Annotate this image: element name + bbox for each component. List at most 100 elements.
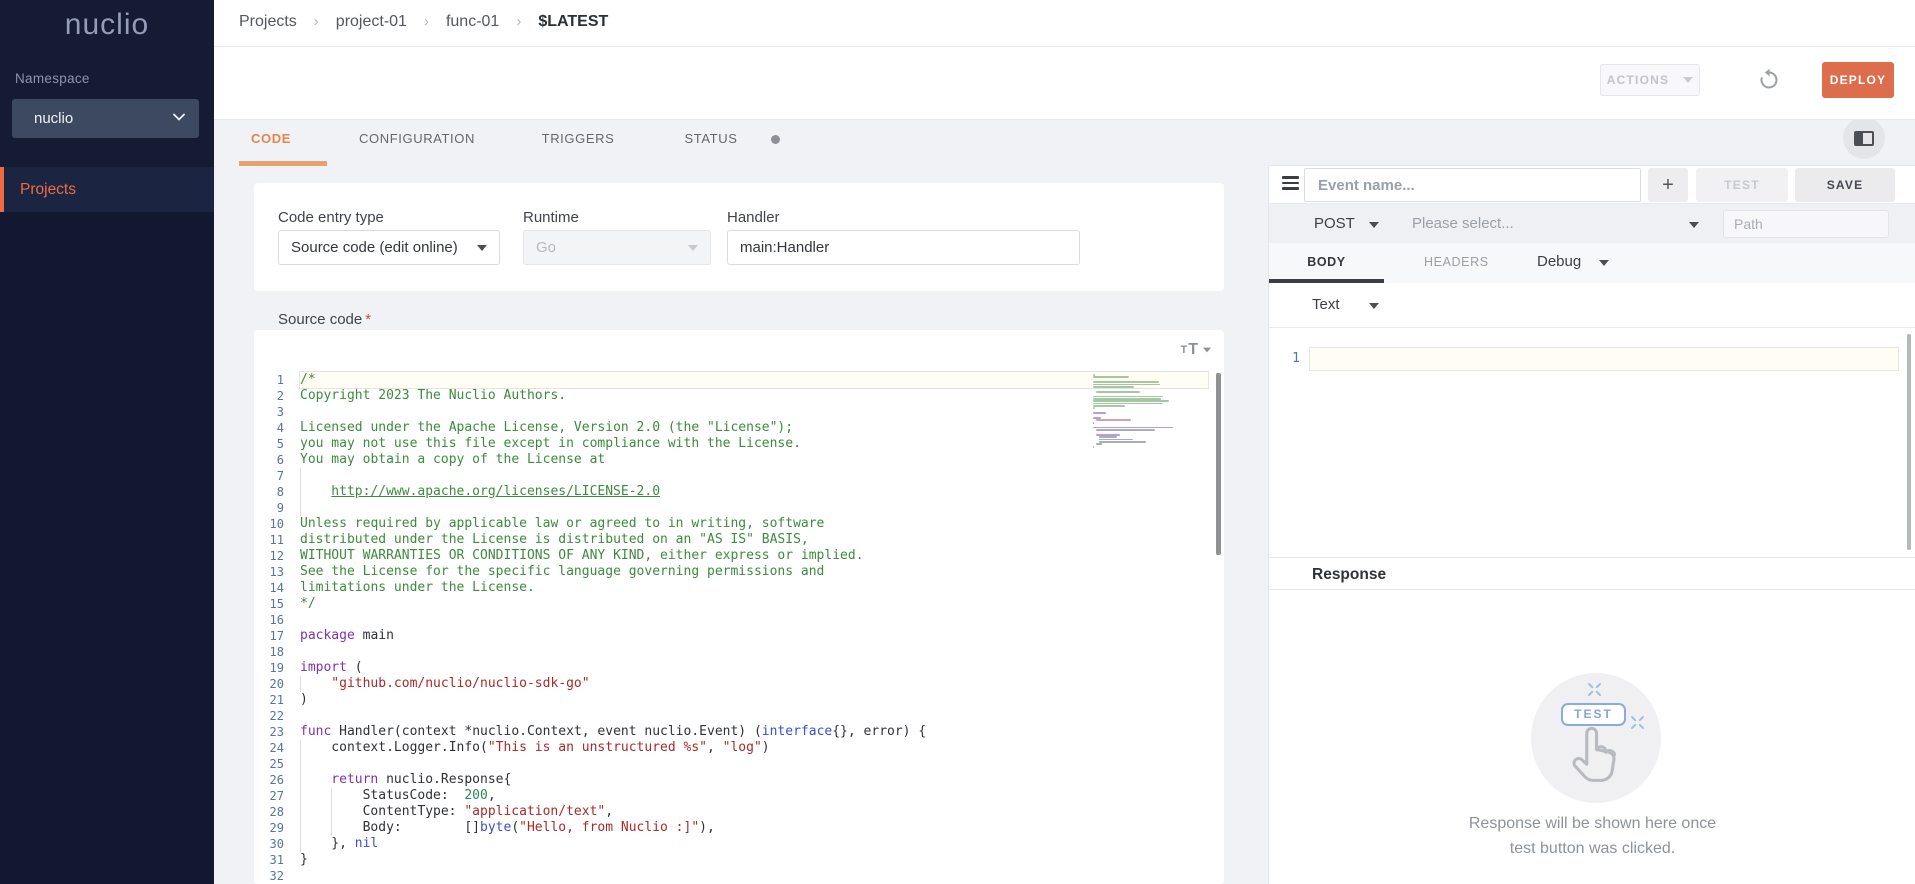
code-line-17[interactable]: 17package main bbox=[254, 628, 1224, 644]
body-editor-scrollbar[interactable] bbox=[1907, 334, 1911, 550]
line-number: 30 bbox=[254, 836, 300, 852]
method-select[interactable]: POST bbox=[1314, 215, 1355, 232]
active-tab-underline bbox=[239, 161, 327, 166]
chevron-down-icon bbox=[1689, 222, 1699, 228]
code-line-19[interactable]: 19import ( bbox=[254, 660, 1224, 676]
indent-guide bbox=[300, 756, 331, 772]
code-line-18[interactable]: 18 bbox=[254, 644, 1224, 660]
runtime-select: Go bbox=[523, 230, 711, 265]
code-line-29[interactable]: 29Body: []byte("Hello, from Nuclio :]"), bbox=[254, 820, 1224, 836]
indent-guide bbox=[331, 788, 362, 804]
click-burst-icon bbox=[1587, 682, 1602, 697]
code-line-6[interactable]: 6You may obtain a copy of the License at bbox=[254, 452, 1224, 468]
sidebar-item-projects[interactable]: Projects bbox=[0, 167, 214, 212]
source-code-editor-panel: T T 1/*2Copyright 2023 The Nuclio Author… bbox=[254, 330, 1224, 884]
click-burst-icon bbox=[1630, 715, 1645, 730]
sidebar: nuclio Namespace nuclio Projects bbox=[0, 0, 214, 884]
tab-triggers[interactable]: TRIGGERS bbox=[542, 131, 615, 146]
breadcrumb-item-project-01[interactable]: project-01 bbox=[336, 13, 407, 30]
tab-body[interactable]: BODY bbox=[1269, 243, 1384, 283]
code-line-28[interactable]: 28ContentType: "application/text", bbox=[254, 804, 1224, 820]
code-line-1[interactable]: 1/* bbox=[254, 372, 1224, 388]
code-line-24[interactable]: 24context.Logger.Info("This is an unstru… bbox=[254, 740, 1224, 756]
indent-guide bbox=[300, 788, 331, 804]
code-line-9[interactable]: 9 bbox=[254, 500, 1224, 516]
code-line-21[interactable]: 21) bbox=[254, 692, 1224, 708]
editor-minimap[interactable] bbox=[1093, 374, 1179, 451]
response-title: Response bbox=[1312, 566, 1386, 584]
line-number: 8 bbox=[254, 484, 300, 500]
code-line-27[interactable]: 27StatusCode: 200, bbox=[254, 788, 1224, 804]
code-line-5[interactable]: 5you may not use this file except in com… bbox=[254, 436, 1224, 452]
actions-button[interactable]: ACTIONS bbox=[1600, 64, 1700, 96]
add-event-button[interactable]: + bbox=[1648, 168, 1688, 202]
debug-select[interactable]: Debug bbox=[1537, 253, 1581, 270]
line-number: 20 bbox=[254, 676, 300, 692]
line-number: 19 bbox=[254, 660, 300, 676]
font-size-tool[interactable]: T T bbox=[1180, 341, 1212, 359]
required-asterisk: * bbox=[365, 311, 371, 328]
code-line-16[interactable]: 16 bbox=[254, 612, 1224, 628]
code-line-3[interactable]: 3 bbox=[254, 404, 1224, 420]
line-number: 21 bbox=[254, 692, 300, 708]
code-entry-type-select[interactable]: Source code (edit online) bbox=[278, 230, 500, 265]
event-name-input[interactable] bbox=[1304, 168, 1641, 202]
menu-icon[interactable] bbox=[1282, 176, 1299, 190]
breadcrumb-item-func-01[interactable]: func-01 bbox=[446, 13, 499, 30]
event-type-select[interactable]: Please select... bbox=[1412, 215, 1514, 232]
line-number: 13 bbox=[254, 564, 300, 580]
breadcrumb-bar: Projects›project-01›func-01›$LATEST bbox=[214, 0, 1915, 47]
namespace-select[interactable]: nuclio bbox=[12, 99, 199, 138]
code-line-12[interactable]: 12WITHOUT WARRANTIES OR CONDITIONS OF AN… bbox=[254, 548, 1224, 564]
tab-configuration[interactable]: CONFIGURATION bbox=[359, 131, 475, 146]
line-number: 31 bbox=[254, 852, 300, 868]
code-entry-type-label: Code entry type bbox=[278, 209, 384, 226]
breadcrumb-separator: › bbox=[516, 13, 521, 30]
code-line-13[interactable]: 13See the License for the specific langu… bbox=[254, 564, 1224, 580]
code-line-7[interactable]: 7 bbox=[254, 468, 1224, 484]
test-button[interactable]: TEST bbox=[1696, 168, 1788, 202]
code-line-10[interactable]: 10Unless required by applicable law or a… bbox=[254, 516, 1224, 532]
editor-scrollbar[interactable] bbox=[1216, 373, 1221, 555]
indent-guide bbox=[300, 484, 331, 500]
code-line-23[interactable]: 23func Handler(context *nuclio.Context, … bbox=[254, 724, 1224, 740]
body-input-line[interactable] bbox=[1309, 347, 1899, 371]
code-line-26[interactable]: 26return nuclio.Response{ bbox=[254, 772, 1224, 788]
runtime-value: Go bbox=[536, 239, 556, 256]
save-button[interactable]: SAVE bbox=[1795, 168, 1895, 202]
response-header: Response bbox=[1269, 557, 1915, 590]
content-type-select[interactable]: Text bbox=[1312, 296, 1340, 313]
nuclio-logo: nuclio bbox=[0, 8, 214, 42]
deploy-button[interactable]: DEPLOY bbox=[1822, 62, 1894, 98]
code-line-15[interactable]: 15*/ bbox=[254, 596, 1224, 612]
code-line-31[interactable]: 31} bbox=[254, 852, 1224, 868]
code-line-25[interactable]: 25 bbox=[254, 756, 1224, 772]
toggle-test-panel-button[interactable] bbox=[1843, 117, 1885, 159]
tab-code[interactable]: CODE bbox=[251, 131, 291, 146]
code-line-14[interactable]: 14limitations under the License. bbox=[254, 580, 1224, 596]
code-line-22[interactable]: 22 bbox=[254, 708, 1224, 724]
code-settings-panel: Code entry type Source code (edit online… bbox=[254, 183, 1224, 291]
code-line-8[interactable]: 8http://www.apache.org/licenses/LICENSE-… bbox=[254, 484, 1224, 500]
chevron-down-icon bbox=[1683, 77, 1693, 83]
tab-headers[interactable]: HEADERS bbox=[1424, 255, 1489, 269]
line-number: 17 bbox=[254, 628, 300, 644]
code-editor[interactable]: 1/*2Copyright 2023 The Nuclio Authors.34… bbox=[254, 372, 1224, 884]
code-line-30[interactable]: 30}, nil bbox=[254, 836, 1224, 852]
code-line-32[interactable]: 32 bbox=[254, 868, 1224, 884]
tab-status[interactable]: STATUS bbox=[685, 131, 738, 146]
code-line-2[interactable]: 2Copyright 2023 The Nuclio Authors. bbox=[254, 388, 1224, 404]
refresh-icon[interactable] bbox=[1757, 68, 1781, 92]
body-headers-tabs-row: BODY HEADERS Debug bbox=[1269, 243, 1915, 283]
split-view-icon bbox=[1854, 131, 1874, 146]
code-entry-type-value: Source code (edit online) bbox=[291, 239, 458, 256]
handler-input[interactable]: main:Handler bbox=[727, 230, 1080, 265]
code-line-4[interactable]: 4Licensed under the Apache License, Vers… bbox=[254, 420, 1224, 436]
response-hint: Response will be shown here once test bu… bbox=[1269, 811, 1915, 861]
breadcrumb-item-projects[interactable]: Projects bbox=[239, 13, 297, 30]
path-input[interactable] bbox=[1723, 210, 1889, 238]
indent-guide bbox=[300, 836, 331, 852]
code-line-11[interactable]: 11distributed under the License is distr… bbox=[254, 532, 1224, 548]
line-number: 22 bbox=[254, 708, 300, 724]
code-line-20[interactable]: 20"github.com/nuclio/nuclio-sdk-go" bbox=[254, 676, 1224, 692]
